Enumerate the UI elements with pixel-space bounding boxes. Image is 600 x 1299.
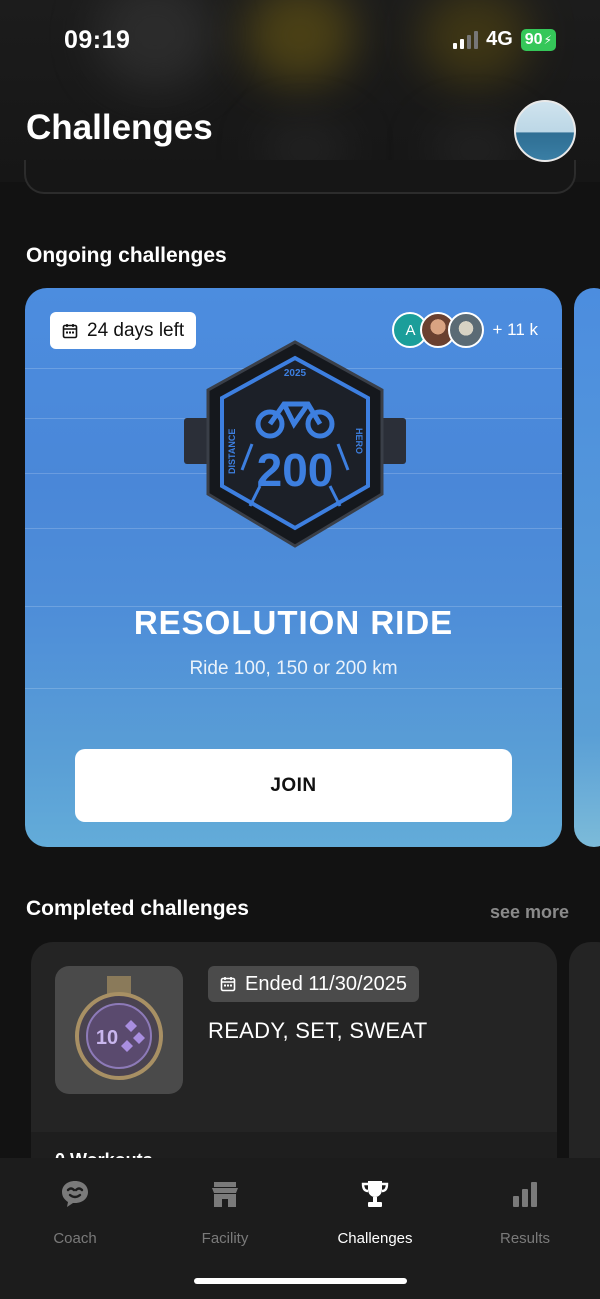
challenge-subtitle: Ride 100, 150 or 200 km bbox=[189, 658, 398, 679]
calendar-icon bbox=[220, 977, 236, 992]
medal-thumbnail: 10 bbox=[55, 966, 183, 1094]
status-time: 09:19 bbox=[64, 26, 131, 54]
participant-count: + 11 k bbox=[492, 320, 538, 339]
join-button[interactable]: JOIN bbox=[75, 749, 512, 822]
svg-text:HERO: HERO bbox=[354, 428, 364, 454]
medal-icon: 10 bbox=[75, 976, 163, 1080]
participants[interactable]: A + 11 k bbox=[392, 312, 538, 348]
tab-results[interactable]: Results bbox=[450, 1178, 600, 1247]
svg-text:2025: 2025 bbox=[284, 368, 307, 379]
tab-facility[interactable]: Facility bbox=[150, 1178, 300, 1247]
tab-coach[interactable]: Coach bbox=[0, 1178, 150, 1247]
days-left-text: 24 days left bbox=[87, 319, 185, 341]
tab-challenges[interactable]: Challenges bbox=[300, 1178, 450, 1247]
svg-text:DISTANCE: DISTANCE bbox=[227, 429, 237, 474]
svg-text:10: 10 bbox=[96, 1027, 118, 1049]
challenge-card[interactable]: 24 days left A + 11 k 2025 200 DISTANCE … bbox=[25, 288, 562, 847]
network-type: 4G bbox=[486, 28, 513, 50]
ongoing-section-title: Ongoing challenges bbox=[26, 244, 227, 267]
ended-badge: Ended 11/30/2025 bbox=[208, 966, 420, 1002]
bar-chart-icon bbox=[513, 1182, 537, 1207]
avatar[interactable] bbox=[514, 100, 576, 162]
tab-label: Challenges bbox=[337, 1230, 413, 1247]
signal-icon bbox=[453, 30, 479, 49]
svg-text:200: 200 bbox=[257, 444, 334, 496]
completed-challenge-title: READY, SET, SWEAT bbox=[208, 1018, 428, 1043]
battery-icon: 90 ⚡ bbox=[520, 28, 556, 51]
tab-label: Coach bbox=[53, 1230, 97, 1247]
home-indicator[interactable] bbox=[194, 1278, 407, 1284]
tab-label: Facility bbox=[201, 1230, 249, 1247]
trophy-icon bbox=[361, 1181, 389, 1207]
challenge-badge-icon: 2025 200 DISTANCE HERO bbox=[184, 340, 406, 548]
tab-label: Results bbox=[499, 1230, 551, 1247]
previous-card-edge bbox=[24, 160, 576, 194]
facility-store-icon bbox=[212, 1182, 238, 1207]
status-indicators: 4G 90 ⚡ bbox=[453, 28, 556, 51]
participant-avatar bbox=[448, 312, 485, 348]
challenge-title: RESOLUTION RIDE bbox=[133, 604, 454, 641]
next-challenge-card[interactable] bbox=[574, 288, 600, 847]
days-left-badge: 24 days left bbox=[50, 312, 197, 349]
see-more-link[interactable]: see more bbox=[490, 902, 569, 923]
completed-section-title: Completed challenges bbox=[26, 897, 249, 920]
ended-date-text: Ended 11/30/2025 bbox=[245, 972, 408, 995]
page-title: Challenges bbox=[26, 108, 213, 147]
coach-chat-icon bbox=[62, 1181, 88, 1207]
calendar-icon bbox=[62, 323, 78, 338]
